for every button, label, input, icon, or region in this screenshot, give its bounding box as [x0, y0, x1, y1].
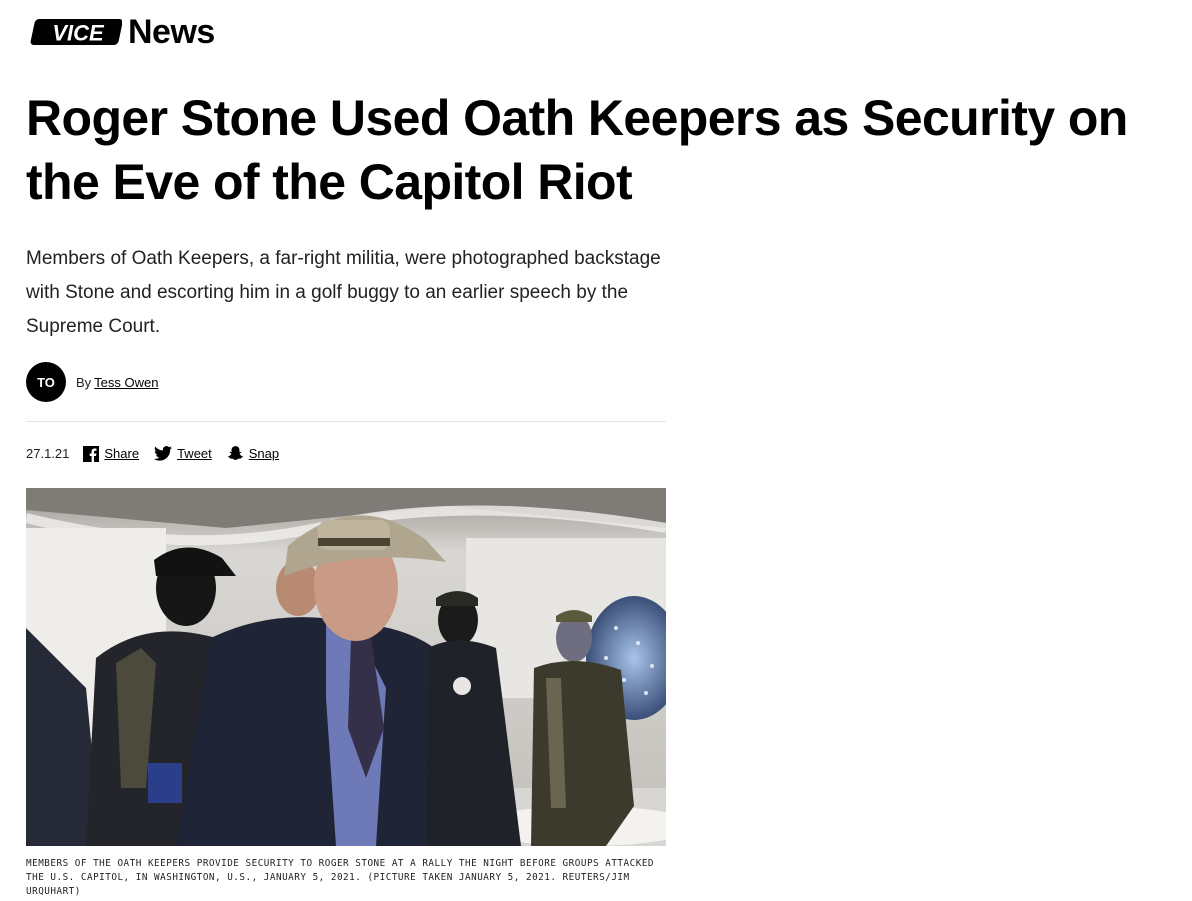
facebook-icon: [83, 445, 100, 462]
share-facebook-button[interactable]: Share: [83, 445, 140, 462]
vice-logo-mark: VICE: [30, 19, 122, 46]
author-avatar[interactable]: TO: [26, 362, 66, 402]
article-headline: Roger Stone Used Oath Keepers as Securit…: [26, 90, 1128, 210]
author-link[interactable]: Tess Owen: [94, 375, 158, 390]
byline-text: By Tess Owen: [76, 375, 158, 390]
lead-photo[interactable]: [26, 488, 666, 846]
share-twitter-button[interactable]: Tweet: [154, 446, 212, 461]
snapchat-icon: [227, 446, 243, 460]
by-prefix: By: [76, 374, 92, 390]
share-snapchat-button[interactable]: Snap: [227, 445, 279, 462]
article-dek: Members of Oath Keepers, a far-right mil…: [26, 248, 661, 337]
svg-text:VICE: VICE: [52, 21, 105, 46]
photo-illustration: [26, 488, 666, 846]
byline-divider: [26, 421, 666, 422]
vice-news-logo[interactable]: VICE News: [30, 14, 215, 50]
share-bar: 27.1.21 Share Tweet Snap: [26, 445, 294, 462]
photo-caption: MEMBERS OF THE OATH KEEPERS PROVIDE SECU…: [26, 858, 655, 897]
publish-date: 27.1.21: [26, 446, 70, 461]
byline: TO By Tess Owen: [26, 362, 158, 402]
tweet-label: Tweet: [177, 446, 212, 461]
section-name: News: [128, 13, 215, 51]
snap-label: Snap: [248, 446, 280, 461]
twitter-icon: [154, 446, 173, 461]
share-label: Share: [104, 446, 140, 461]
